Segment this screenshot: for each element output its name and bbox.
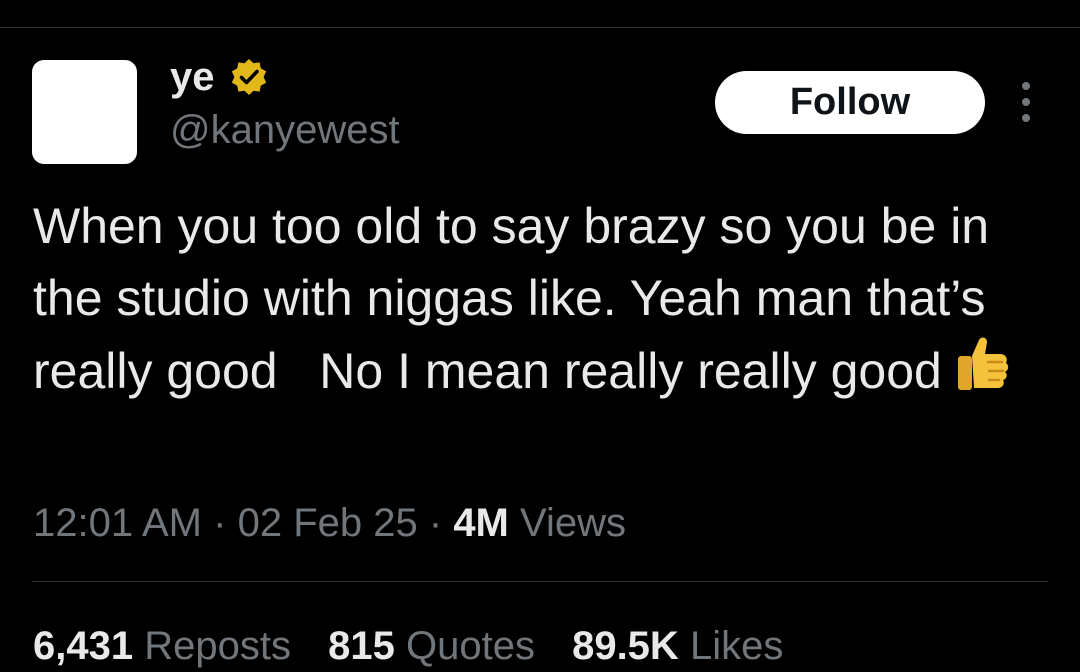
- likes-label: Likes: [689, 624, 784, 668]
- tweet-text: When you too old to say brazy so you be …: [33, 190, 1053, 407]
- more-vertical-icon[interactable]: [1008, 82, 1044, 122]
- likes-stat[interactable]: 89.5K Likes: [572, 624, 783, 668]
- likes-count: 89.5K: [572, 624, 679, 668]
- display-name[interactable]: ye: [170, 57, 215, 97]
- reposts-count: 6,431: [33, 624, 134, 668]
- reposts-stat[interactable]: 6,431 Reposts: [33, 624, 291, 668]
- stats-divider: [32, 581, 1048, 582]
- meta-separator: ·: [213, 501, 227, 545]
- more-dot: [1022, 82, 1030, 90]
- more-dot: [1022, 114, 1030, 122]
- quotes-stat[interactable]: 815 Quotes: [328, 624, 535, 668]
- thumbs-up-icon: [952, 334, 1010, 396]
- more-dot: [1022, 98, 1030, 106]
- follow-button[interactable]: Follow: [715, 71, 985, 134]
- engagement-stats: 6,431 Reposts 815 Quotes 89.5K Likes: [33, 620, 809, 672]
- verified-badge-icon[interactable]: [229, 57, 269, 97]
- tweet-time[interactable]: 12:01 AM: [33, 501, 202, 545]
- quotes-label: Quotes: [405, 624, 535, 668]
- views-label: Views: [520, 501, 626, 545]
- quotes-count: 815: [328, 624, 395, 668]
- avatar[interactable]: [32, 60, 137, 164]
- tweet-body: When you too old to say brazy so you be …: [33, 198, 1004, 399]
- author-handle[interactable]: @kanyewest: [170, 108, 400, 152]
- author-name-row: ye: [170, 52, 269, 102]
- tweet-date[interactable]: 02 Feb 25: [238, 501, 418, 545]
- meta-separator: ·: [428, 501, 443, 545]
- reposts-label: Reposts: [144, 624, 291, 668]
- views-count[interactable]: 4M: [453, 501, 509, 545]
- top-divider: [0, 27, 1080, 28]
- tweet-meta: 12:01 AM · 02 Feb 25 · 4M Views: [33, 497, 626, 549]
